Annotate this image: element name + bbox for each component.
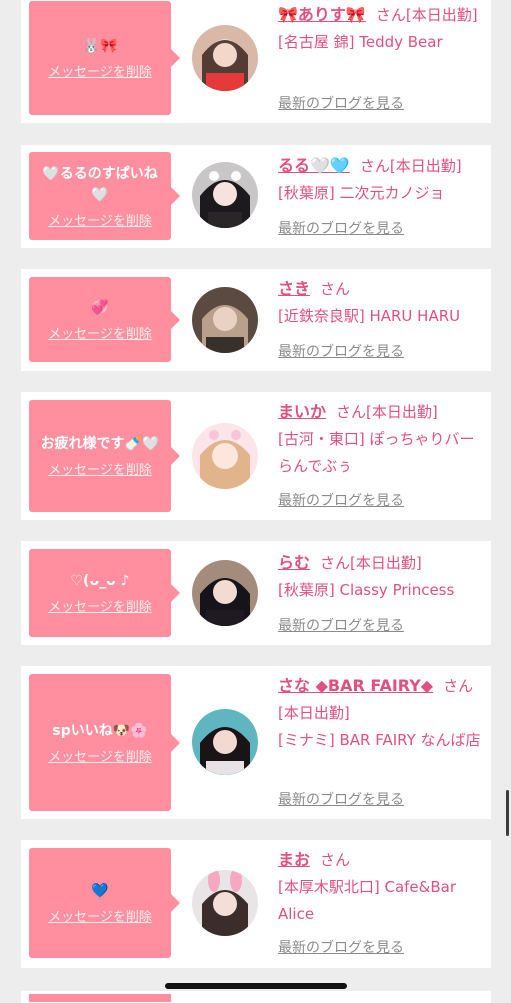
girl-name-link[interactable]: らむ	[278, 553, 310, 572]
avatar[interactable]	[192, 162, 258, 228]
girl-name-link[interactable]: さき	[278, 279, 310, 298]
message-card: 🐰🎀 メッセージを削除 🎀ありす🎀 さん[本日出勤] [名古屋 錦] Teddy …	[21, 0, 491, 123]
latest-blog-link[interactable]: 最新のブログを見る	[278, 937, 404, 957]
message-text: ♡(ᴗ_ᴗ ♪	[70, 573, 130, 589]
work-status: [本日出勤]	[366, 403, 438, 421]
avatar[interactable]	[192, 25, 258, 91]
latest-blog-link[interactable]: 最新のブログを見る	[278, 789, 404, 809]
message-card: ♡(ᴗ_ᴗ ♪ メッセージを削除 らむ さん[本日出勤] [秋葉原] Classy…	[21, 541, 491, 645]
message-card: spいいね🐶🌸 メッセージを削除 さな ◆BAR FAIRY◆ さん [本日出勤]…	[21, 666, 491, 819]
delete-message-link[interactable]: メッセージを削除	[48, 596, 152, 615]
avatar[interactable]	[192, 423, 258, 489]
girl-name-link[interactable]: まいか	[278, 402, 326, 421]
avatar[interactable]	[192, 560, 258, 626]
message-bubble: お疲れ様です🍼🤍 メッセージを削除	[29, 400, 180, 512]
work-status: [本日出勤]	[278, 704, 350, 722]
girl-info: らむ さん[本日出勤] [秋葉原] Classy Princess	[278, 549, 486, 604]
message-text: spいいね🐶🌸	[52, 722, 148, 739]
san-suffix: さん	[375, 6, 406, 24]
message-bubble: 🤍るるのすぱいね🤍 メッセージを削除	[29, 152, 180, 240]
girl-info: さな ◆BAR FAIRY◆ さん [本日出勤] [ミナミ] BAR FAIRY …	[278, 672, 486, 754]
delete-message-link[interactable]: メッセージを削除	[48, 746, 152, 765]
work-status: [本日出勤]	[350, 554, 422, 572]
home-indicator[interactable]	[165, 983, 347, 989]
san-suffix: さん	[320, 851, 351, 869]
message-bubble: 💙 メッセージを削除	[29, 848, 180, 958]
san-suffix: さん	[336, 403, 367, 421]
girl-info: まお さん [本厚木駅北口] Cafe&Bar Alice	[278, 846, 486, 928]
message-text: お疲れ様です🍼🤍	[40, 436, 160, 452]
girl-name-link[interactable]: まお	[278, 850, 310, 869]
message-bubble: 🐰🎀 メッセージを削除	[29, 1, 180, 115]
message-card: 💙 メッセージを削除 まお さん [本厚木駅北口] Cafe&Bar Alice …	[21, 840, 491, 968]
delete-message-link[interactable]: メッセージを削除	[48, 323, 152, 342]
avatar[interactable]	[192, 709, 258, 775]
shop-label: [本厚木駅北口] Cafe&Bar Alice	[278, 878, 456, 923]
shop-label: [秋葉原] 二次元カノジョ	[278, 184, 445, 202]
work-status: [本日出勤]	[405, 6, 478, 24]
girl-name-link[interactable]: るる🤍🩵	[278, 156, 350, 175]
message-card: 💞 メッセージを削除 さき さん [近鉄奈良駅] HARU HARU 最新のブログ…	[21, 269, 491, 371]
latest-blog-link[interactable]: 最新のブログを見る	[278, 615, 404, 635]
latest-blog-link[interactable]: 最新のブログを見る	[278, 218, 404, 238]
delete-message-link[interactable]: メッセージを削除	[48, 210, 152, 229]
girl-info: さき さん [近鉄奈良駅] HARU HARU	[278, 275, 486, 330]
san-suffix: さん	[359, 157, 390, 175]
girl-name-link[interactable]: 🎀ありす🎀	[278, 5, 366, 24]
san-suffix: さん	[320, 554, 351, 572]
latest-blog-link[interactable]: 最新のブログを見る	[278, 490, 404, 510]
avatar[interactable]	[192, 287, 258, 353]
latest-blog-link[interactable]: 最新のブログを見る	[278, 93, 404, 113]
san-suffix: さん	[320, 280, 351, 298]
message-bubble: spいいね🐶🌸 メッセージを削除	[29, 674, 180, 811]
girl-name-link[interactable]: さな ◆BAR FAIRY◆	[278, 676, 433, 695]
san-suffix: さん	[443, 677, 474, 695]
message-card: お疲れ様です🍼🤍 メッセージを削除 まいか さん[本日出勤] [古河・東口] ぽっ…	[21, 392, 491, 520]
message-bubble-partial	[29, 994, 171, 1002]
message-text: 🤍るるのすぱいね🤍	[42, 165, 158, 203]
message-text: 💙	[91, 883, 109, 899]
latest-blog-link[interactable]: 最新のブログを見る	[278, 341, 404, 361]
message-card: 🤍るるのすぱいね🤍 メッセージを削除 るる🤍🩵 さん[本日出勤] [秋葉原] 二次…	[21, 145, 491, 248]
work-status: [本日出勤]	[389, 157, 462, 175]
shop-label: [ミナミ] BAR FAIRY なんば店	[278, 731, 481, 749]
delete-message-link[interactable]: メッセージを削除	[48, 459, 152, 478]
girl-info: 🎀ありす🎀 さん[本日出勤] [名古屋 錦] Teddy Bear	[278, 1, 486, 56]
scrollbar[interactable]	[506, 790, 509, 836]
message-text: 🐰🎀	[82, 38, 118, 54]
message-text: 💞	[91, 299, 109, 316]
message-bubble: ♡(ᴗ_ᴗ ♪ メッセージを削除	[29, 549, 180, 637]
shop-label: [秋葉原] Classy Princess	[278, 581, 455, 599]
delete-message-link[interactable]: メッセージを削除	[48, 61, 152, 80]
shop-label: [近鉄奈良駅] HARU HARU	[278, 307, 461, 325]
message-bubble: 💞 メッセージを削除	[29, 277, 180, 362]
girl-info: まいか さん[本日出勤] [古河・東口] ぽっちゃりバー らんでぶぅ	[278, 398, 486, 480]
shop-label: [古河・東口] ぽっちゃりバー らんでぶぅ	[278, 430, 475, 475]
delete-message-link[interactable]: メッセージを削除	[48, 906, 152, 925]
shop-label: [名古屋 錦] Teddy Bear	[278, 33, 443, 51]
girl-info: るる🤍🩵 さん[本日出勤] [秋葉原] 二次元カノジョ	[278, 152, 486, 207]
avatar[interactable]	[192, 870, 258, 936]
